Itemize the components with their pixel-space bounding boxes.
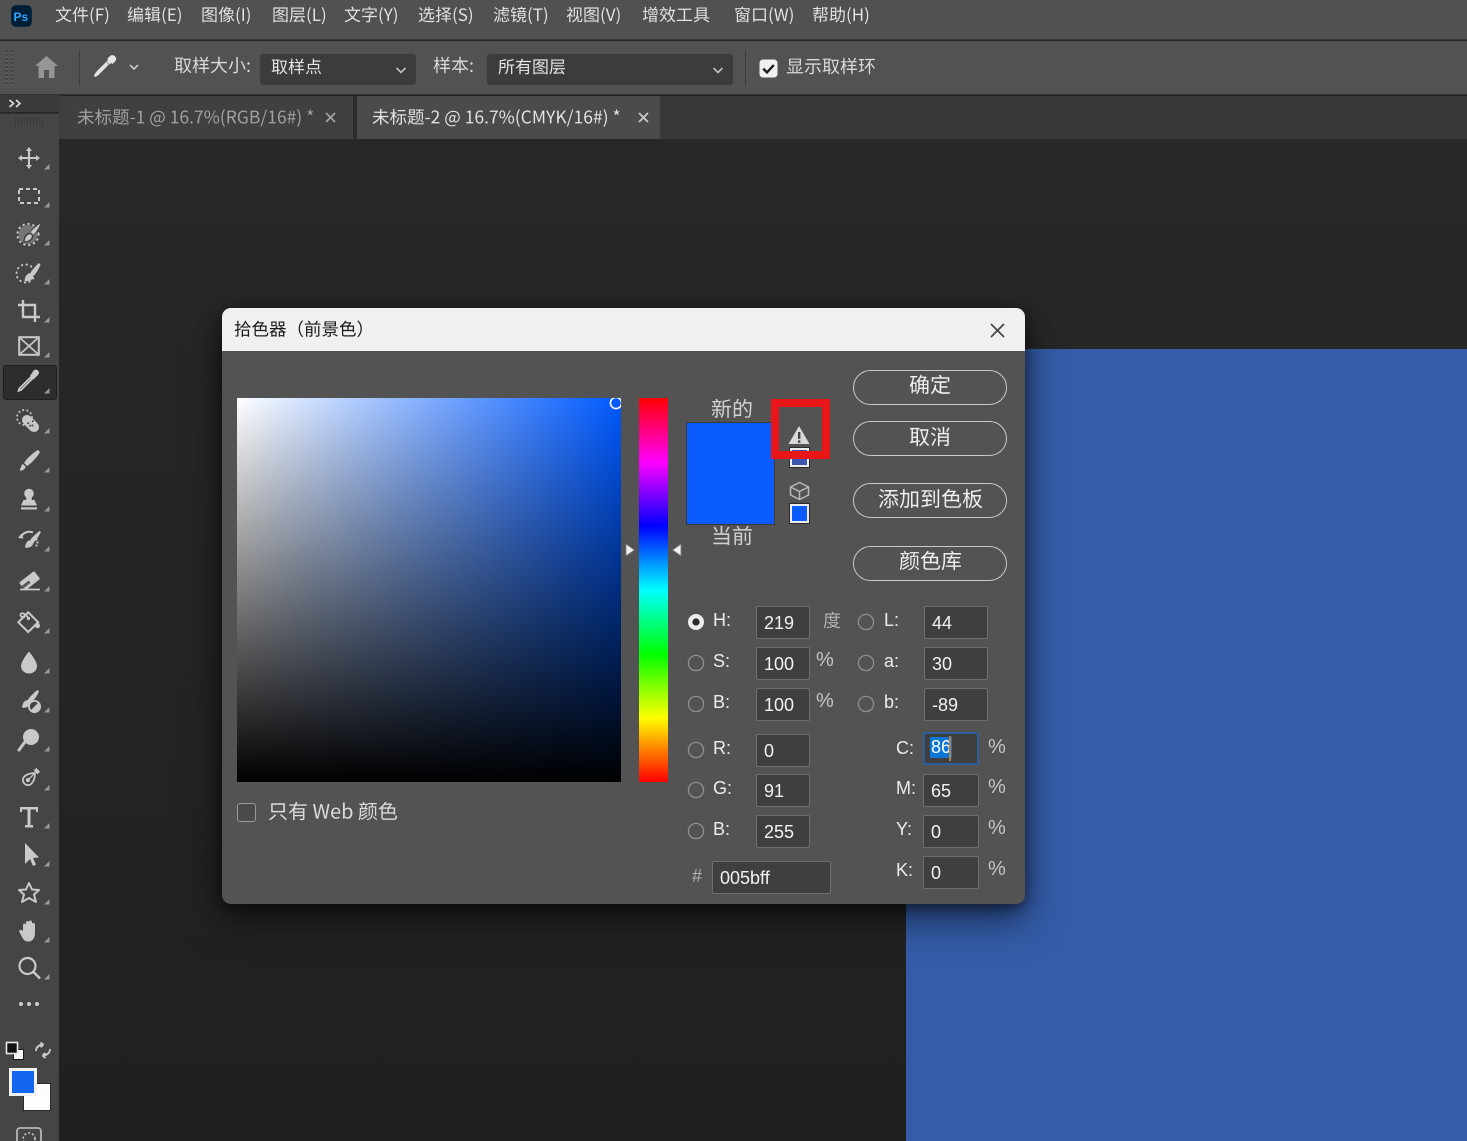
svg-text:Ps: Ps <box>14 10 29 24</box>
